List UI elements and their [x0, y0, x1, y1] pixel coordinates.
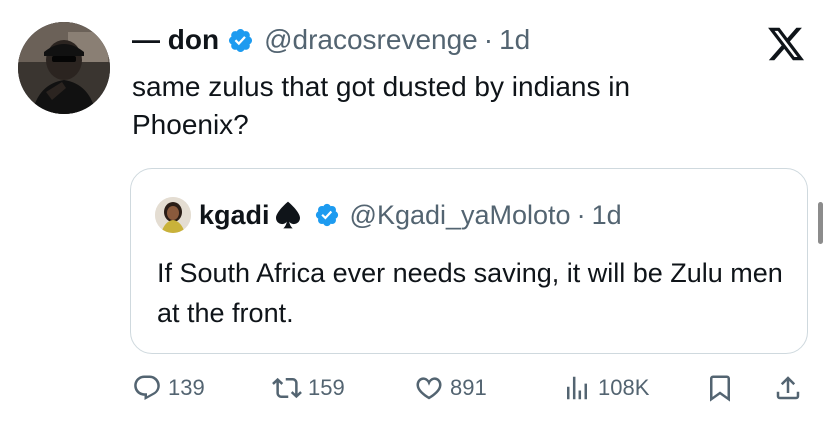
retweet-icon	[272, 377, 302, 399]
author-handle[interactable]: @dracosrevenge	[264, 24, 478, 56]
reply-icon	[134, 375, 160, 400]
scrollbar[interactable]	[818, 202, 823, 244]
bookmark-icon	[710, 375, 730, 402]
author-avatar[interactable]	[18, 22, 110, 114]
quoted-tweet-header: kgadi @Kgadi_yaMoloto · 1d	[155, 195, 622, 235]
share-icon	[776, 376, 800, 400]
reply-count: 139	[168, 375, 205, 400]
author-name[interactable]: — don	[132, 24, 219, 56]
quoted-tweet-timestamp[interactable]: 1d	[592, 200, 622, 231]
quoted-author-name[interactable]: kgadi	[199, 200, 270, 231]
quoted-avatar-image	[155, 197, 191, 233]
quoted-tweet-text: If South Africa ever needs saving, it wi…	[157, 258, 783, 328]
separator-dot: ·	[483, 24, 494, 55]
heart-icon	[416, 377, 442, 400]
views-button[interactable]: 108K	[562, 366, 649, 410]
verified-badge-icon	[229, 28, 253, 52]
share-button[interactable]	[773, 366, 803, 410]
quoted-author-avatar[interactable]	[155, 197, 191, 233]
quoted-author-handle[interactable]: @Kgadi_yaMoloto	[350, 200, 571, 231]
views-icon	[567, 376, 587, 400]
avatar-image	[18, 22, 110, 114]
like-count: 891	[450, 375, 487, 400]
quoted-tweet[interactable]: kgadi @Kgadi_yaMoloto · 1d If South Afri…	[130, 168, 808, 354]
tweet-header: — don @dracosrevenge · 1d	[132, 20, 530, 60]
retweet-count: 159	[308, 375, 345, 400]
views-count: 108K	[598, 375, 650, 400]
reply-button[interactable]: 139	[132, 366, 205, 410]
tweet-timestamp[interactable]: 1d	[499, 24, 530, 56]
x-logo-icon[interactable]	[766, 24, 806, 64]
separator-dot: ·	[576, 199, 586, 230]
like-button[interactable]: 891	[414, 366, 487, 410]
bookmark-button[interactable]	[705, 366, 735, 410]
spade-icon	[275, 201, 300, 229]
tweet-text: same zulus that got dusted by indians in…	[132, 71, 631, 140]
verified-badge-icon	[315, 203, 338, 227]
action-bar: 139 159 891 108K	[0, 366, 827, 410]
retweet-button[interactable]: 159	[272, 366, 345, 410]
